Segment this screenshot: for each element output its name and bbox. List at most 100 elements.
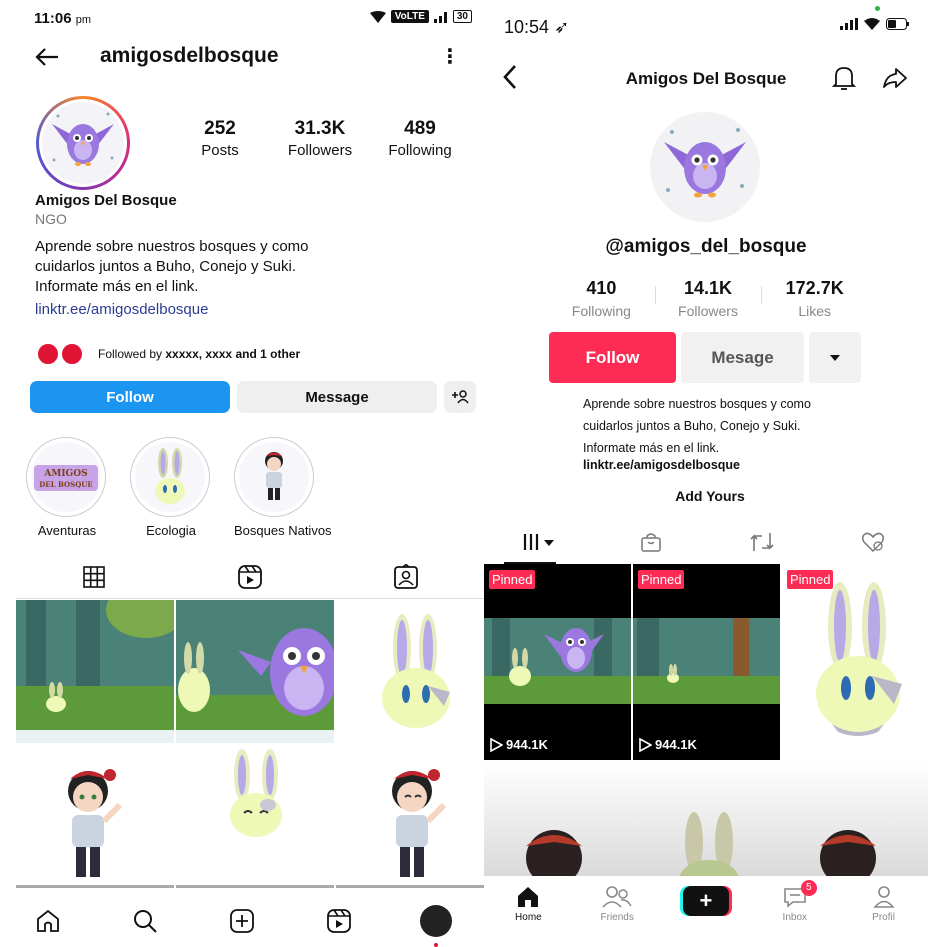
tab-reels[interactable] <box>172 555 328 598</box>
video-thumbnail[interactable]: Pinned 944.1K <box>633 564 780 760</box>
highlight-aventuras[interactable]: AMIGOS DEL BOSQUE Aventuras <box>26 437 108 538</box>
girl-character-image <box>68 769 123 877</box>
home-icon <box>518 887 539 907</box>
post-thumbnail[interactable] <box>336 745 484 888</box>
bunny-icon <box>155 448 185 504</box>
profile-username: amigosdelbosque <box>100 44 279 67</box>
inbox-badge: 5 <box>800 880 817 896</box>
pinned-badge: Pinned <box>638 570 685 589</box>
bunny-image <box>816 582 902 736</box>
stat-likes[interactable]: 172.7K Likes <box>761 278 868 319</box>
stat-value: 172.7K <box>785 278 844 298</box>
message-button[interactable]: Message <box>237 381 437 413</box>
add-yours-link[interactable]: Add Yours <box>484 488 928 504</box>
view-count: 944.1K <box>490 737 548 752</box>
avatar[interactable] <box>650 112 760 222</box>
followed-by[interactable]: Followed by xxxxx, xxxx and 1 other <box>36 342 300 366</box>
post-thumbnail[interactable] <box>16 600 174 743</box>
avatar[interactable] <box>36 96 130 190</box>
bio-line: cuidarlos juntos a Buho, Conejo y Suki. <box>583 419 801 433</box>
profile-actions: Follow Mesage <box>549 332 861 383</box>
bio-link[interactable]: linktr.ee/amigosdelbosque <box>35 301 455 318</box>
view-count: 944.1K <box>639 737 697 752</box>
back-arrow-icon[interactable] <box>34 44 60 70</box>
wifi-icon <box>864 18 880 30</box>
add-person-icon <box>452 390 469 404</box>
stat-posts[interactable]: 252 Posts <box>170 118 270 159</box>
more-dropdown-button[interactable] <box>809 332 861 383</box>
bio-line: Informate más en el link. <box>35 278 199 295</box>
stat-following[interactable]: 410 Following <box>548 278 655 319</box>
highlight-bosques-nativos[interactable]: Bosques Nativos <box>234 437 332 538</box>
suggested-people-button[interactable] <box>444 381 476 413</box>
stat-followers[interactable]: 31.3K Followers <box>270 118 370 159</box>
owl-logo-icon <box>52 112 114 166</box>
bio-line: Informate más en el link. <box>583 441 720 455</box>
stat-following[interactable]: 489 Following <box>370 118 470 159</box>
nav-reels[interactable] <box>319 901 359 941</box>
nav-create[interactable]: + <box>676 882 736 916</box>
nav-label: Profil <box>872 912 895 923</box>
tab-liked[interactable] <box>817 520 928 564</box>
nav-home[interactable] <box>28 901 68 941</box>
create-icon <box>230 908 254 933</box>
forest-scene-image <box>633 618 780 704</box>
videos-grid-icon <box>523 534 554 550</box>
follow-button[interactable]: Follow <box>30 381 230 413</box>
nav-friends[interactable]: Friends <box>587 882 647 923</box>
reels-icon <box>238 564 262 589</box>
bio-link[interactable]: linktr.ee/amigosdelbosque <box>583 458 740 472</box>
status-time: 10:54 ➶ <box>504 17 570 37</box>
bell-icon[interactable] <box>832 64 856 92</box>
status-icons <box>840 18 910 30</box>
girl-character-icon <box>265 452 283 500</box>
nav-profile[interactable] <box>416 901 456 947</box>
stat-followers[interactable]: 14.1K Followers <box>654 278 762 319</box>
tagged-icon <box>394 563 418 589</box>
play-icon <box>490 737 503 752</box>
highlight-ecologia[interactable]: Ecologia <box>130 437 212 538</box>
tab-grid[interactable] <box>16 555 172 598</box>
instagram-profile-screen: 11:06 pm VoLTE 30 amigosdelbosque ⋮ 252 … <box>0 0 484 947</box>
bio-text: Aprende sobre nuestros bosques y como cu… <box>583 393 843 459</box>
battery-icon <box>886 18 909 30</box>
stat-label: Likes <box>798 303 832 319</box>
post-thumbnail[interactable] <box>16 745 174 888</box>
more-options-icon[interactable]: ⋮ <box>440 44 460 69</box>
grid-icon <box>83 565 105 588</box>
nav-label: Friends <box>600 912 634 923</box>
profile-actions: Follow Message <box>30 381 476 413</box>
nav-inbox[interactable]: 5 Inbox <box>765 880 825 923</box>
post-thumbnail[interactable] <box>176 600 334 743</box>
profile-stats: 410 Following 14.1K Followers 172.7K Lik… <box>548 278 868 319</box>
tab-videos[interactable] <box>484 520 595 564</box>
privacy-indicator <box>875 6 880 11</box>
share-icon[interactable] <box>882 66 908 90</box>
nav-search[interactable] <box>125 901 165 941</box>
tab-shop[interactable] <box>595 520 706 564</box>
tab-reposts[interactable] <box>706 520 817 564</box>
video-thumbnail[interactable]: Pinned 944.1K <box>484 564 631 760</box>
pinned-badge: Pinned <box>787 570 834 589</box>
stat-value: 14.1K <box>683 278 733 298</box>
pinned-badge: Pinned <box>489 570 536 589</box>
location-arrow-icon: ➶ <box>554 17 570 37</box>
nav-create[interactable] <box>222 901 262 941</box>
caret-down-icon <box>830 354 840 361</box>
bunny-face-image <box>230 749 282 837</box>
mutual-avatar <box>36 342 60 366</box>
shopping-bag-icon <box>640 533 661 552</box>
search-icon <box>134 909 157 933</box>
girl-character-image <box>392 769 447 877</box>
nav-profile[interactable]: Profil <box>854 882 914 923</box>
post-thumbnail[interactable] <box>336 600 484 743</box>
post-thumbnail[interactable] <box>176 745 334 888</box>
tab-tagged[interactable] <box>328 555 484 598</box>
page-title: Amigos Del Bosque <box>625 69 787 88</box>
nav-home[interactable]: Home <box>498 882 558 923</box>
follow-button[interactable]: Follow <box>549 332 676 383</box>
owl-logo-icon <box>664 128 746 198</box>
home-icon <box>37 909 60 932</box>
message-button[interactable]: Mesage <box>681 332 804 383</box>
video-thumbnail[interactable]: Pinned <box>782 564 928 760</box>
